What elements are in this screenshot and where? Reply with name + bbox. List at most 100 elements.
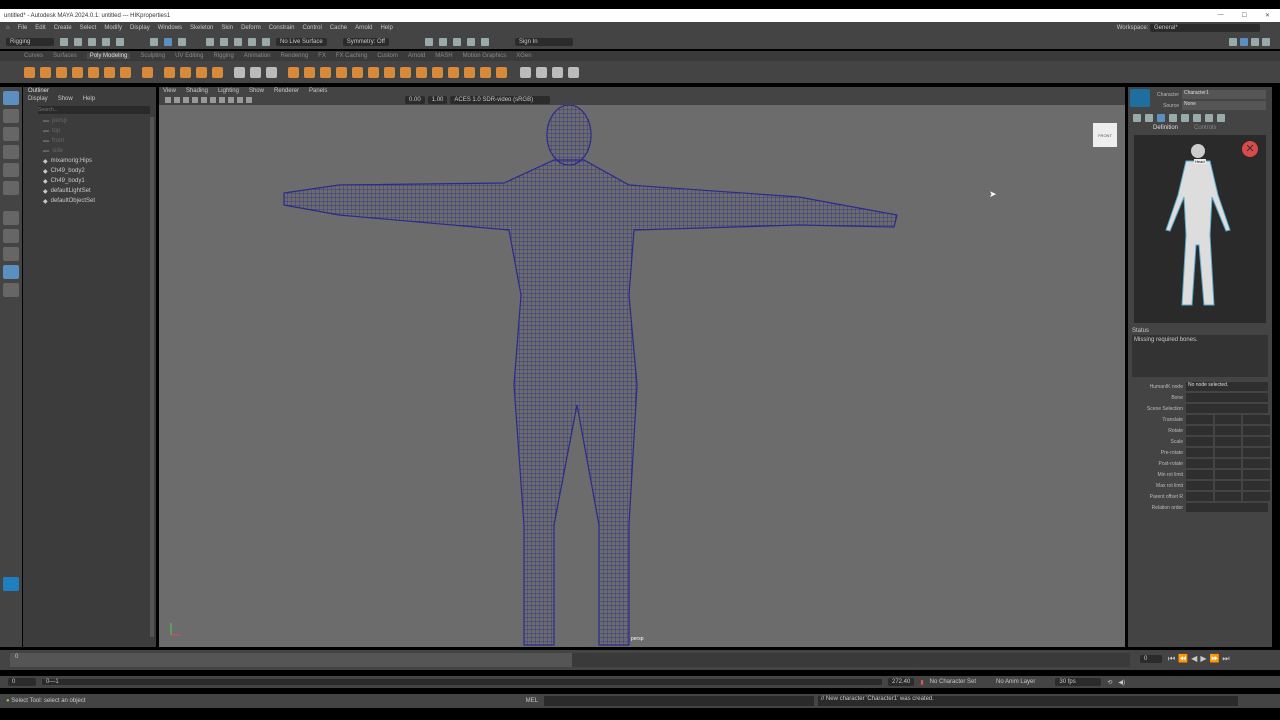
vector-field[interactable] (1186, 426, 1213, 435)
humanik-node-field[interactable]: No node selected. (1186, 382, 1268, 391)
vector-field[interactable] (1243, 426, 1271, 435)
remesh-icon[interactable] (336, 66, 347, 78)
outliner-item[interactable]: ◆ Ch49_body2 (23, 166, 156, 176)
poly-plane-icon[interactable] (104, 66, 115, 78)
add-character-icon[interactable] (1133, 114, 1141, 122)
shelf-tab-active[interactable]: Poly Modeling (86, 53, 131, 59)
viewcube[interactable]: FRONT (1093, 123, 1117, 147)
retopo-icon[interactable] (352, 66, 363, 78)
target-weld-icon[interactable] (464, 66, 475, 78)
hypershade-icon[interactable] (466, 37, 475, 46)
platonic-solid-icon[interactable] (142, 66, 153, 78)
mel-label[interactable]: MEL (526, 698, 538, 704)
tab-controls[interactable]: Controls (1194, 125, 1216, 131)
maya-logo-icon[interactable] (3, 577, 19, 591)
bone-field[interactable] (1186, 393, 1268, 402)
collapse-icon[interactable] (480, 66, 491, 78)
vector-field[interactable] (1186, 415, 1213, 424)
menu-constrain[interactable]: Constrain (269, 25, 295, 31)
wireframe-icon[interactable] (183, 97, 189, 103)
scale-tool-icon[interactable] (3, 181, 19, 195)
snap-point-icon[interactable] (234, 37, 242, 46)
menu-windows[interactable]: Windows (158, 25, 182, 31)
attribute-editor-icon[interactable] (1251, 37, 1259, 46)
vector-field[interactable] (1214, 492, 1242, 501)
source-dropdown[interactable]: None (1182, 101, 1266, 110)
vector-field[interactable] (1243, 492, 1271, 501)
character-dropdown[interactable]: Character1 (1182, 90, 1266, 99)
shelf-tab[interactable]: Arnold (408, 53, 425, 59)
outliner-item[interactable]: ▬ persp (23, 116, 156, 126)
auto-key-icon[interactable]: ▮ (920, 679, 923, 686)
zoom-icon[interactable] (3, 283, 19, 297)
smooth-icon[interactable] (288, 66, 299, 78)
outliner-item[interactable]: ◆ defaultLightSet (23, 186, 156, 196)
save-icon[interactable] (1181, 114, 1189, 122)
offset-loop-icon[interactable] (552, 66, 563, 78)
vector-field[interactable] (1214, 426, 1242, 435)
ipr-icon[interactable] (438, 37, 447, 46)
bevel-icon[interactable] (384, 66, 395, 78)
menu-skin[interactable]: Skin (221, 25, 233, 31)
save-scene-icon[interactable] (88, 37, 96, 46)
channel-box-icon[interactable] (1262, 37, 1270, 46)
exposure-field[interactable]: 0.00 (405, 96, 425, 104)
shelf-tab[interactable]: Curves (24, 53, 43, 59)
menu-deform[interactable]: Deform (241, 25, 261, 31)
pose-icon[interactable] (1217, 114, 1225, 122)
poly-cube-icon[interactable] (40, 66, 51, 78)
shelf-tab[interactable]: Animation (244, 53, 271, 59)
smooth-shade-icon[interactable] (192, 97, 198, 103)
shelf-tab[interactable]: Rigging (213, 53, 233, 59)
vp-menu-panels[interactable]: Panels (309, 88, 327, 94)
vector-field[interactable] (1186, 459, 1213, 468)
two-pane-icon[interactable] (3, 247, 19, 261)
lights-icon[interactable] (210, 97, 216, 103)
menu-display[interactable]: Display (130, 25, 150, 31)
combine-icon[interactable] (250, 66, 261, 78)
menu-control[interactable]: Control (302, 25, 321, 31)
new-scene-icon[interactable] (60, 37, 68, 46)
vector-field[interactable] (1186, 448, 1213, 457)
vector-field[interactable] (1186, 492, 1213, 501)
lock-icon[interactable] (1145, 114, 1153, 122)
move-tool-icon[interactable] (3, 145, 19, 159)
menu-modify[interactable]: Modify (104, 25, 122, 31)
fps-dropdown[interactable]: 30 fps (1055, 678, 1102, 686)
color-space-dropdown[interactable]: ACES 1.0 SDR-video (sRGB) (450, 96, 551, 104)
vector-field[interactable] (1214, 470, 1242, 479)
symmetry-dropdown[interactable]: Symmetry: Off (342, 37, 389, 46)
outliner-item[interactable]: ◆ defaultObjectSet (23, 196, 156, 206)
shelf-tab[interactable]: MASH (435, 53, 452, 59)
super-shape-icon[interactable] (164, 66, 175, 78)
workspace-dropdown[interactable]: General* (1150, 24, 1260, 32)
range-start-field[interactable]: 0 (8, 678, 36, 686)
outliner-menu-show[interactable]: Show (58, 96, 73, 102)
vector-field[interactable] (1243, 437, 1271, 446)
mode-dropdown[interactable]: Rigging (6, 37, 54, 46)
extrude-icon[interactable] (368, 66, 379, 78)
menu-edit[interactable]: Edit (35, 25, 45, 31)
textured-icon[interactable] (201, 97, 207, 103)
outliner-search-input[interactable] (38, 106, 150, 114)
menu-help[interactable]: Help (380, 25, 392, 31)
hik-character-map[interactable]: Head ✕ (1134, 135, 1266, 323)
loop-icon[interactable]: ⟲ (1107, 679, 1112, 686)
shelf-tab[interactable]: FX Caching (336, 53, 367, 59)
playback-controls[interactable]: ⏮⏪◀▶⏩⏭ (1168, 654, 1233, 664)
outliner-item[interactable]: ◆ Ch49_body1 (23, 176, 156, 186)
tpose-icon[interactable] (1205, 114, 1213, 122)
outliner-item[interactable]: ▬ side (23, 146, 156, 156)
relation-order-field[interactable] (1186, 503, 1268, 512)
hik-panel-icon[interactable] (1240, 37, 1248, 46)
poly-torus-icon[interactable] (88, 66, 99, 78)
paint-select-icon[interactable] (3, 127, 19, 141)
aa-icon[interactable] (246, 97, 252, 103)
vector-field[interactable] (1214, 437, 1242, 446)
vector-field[interactable] (1186, 437, 1213, 446)
vp-menu-renderer[interactable]: Renderer (274, 88, 299, 94)
vector-field[interactable] (1243, 415, 1271, 424)
outliner-layout-icon[interactable] (3, 265, 19, 279)
shadows-icon[interactable] (219, 97, 225, 103)
close-button[interactable]: ✕ (1265, 12, 1270, 19)
